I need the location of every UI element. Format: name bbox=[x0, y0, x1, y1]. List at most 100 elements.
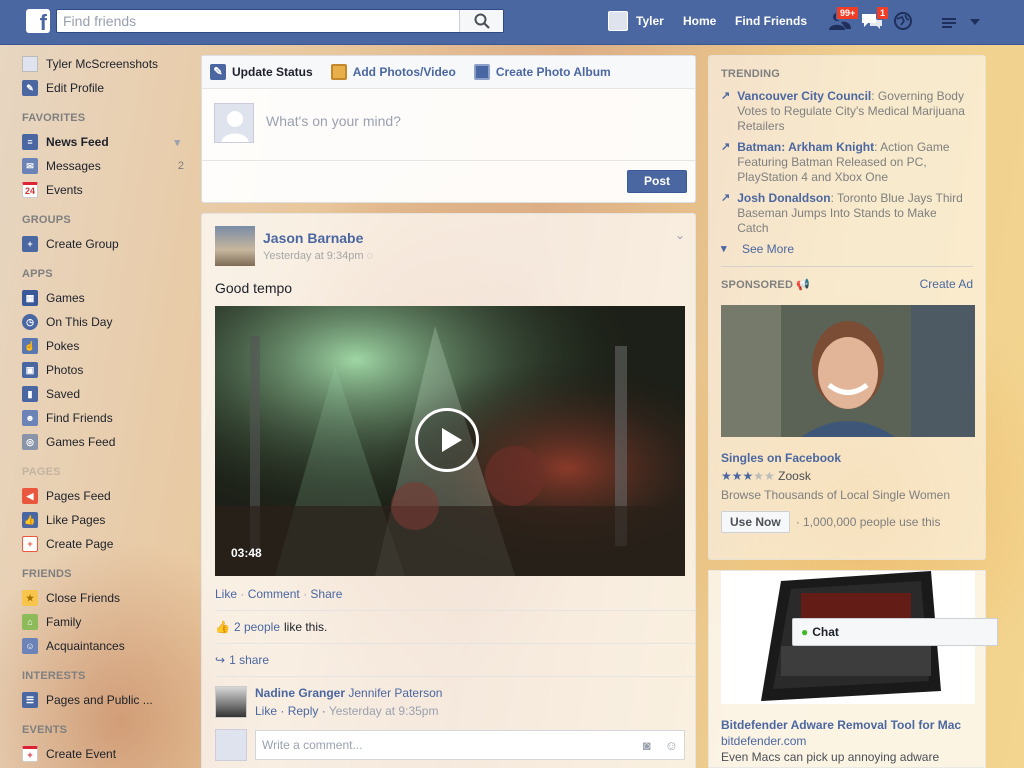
tab-update-status[interactable]: ✎ Update Status bbox=[210, 56, 313, 89]
ad-image[interactable] bbox=[721, 305, 975, 437]
trending-item[interactable]: ↗ Josh Donaldson: Toronto Blue Jays Thir… bbox=[721, 191, 971, 236]
sidebar-item-saved[interactable]: ▮ Saved bbox=[22, 382, 192, 406]
emoji-icon[interactable]: ☺ bbox=[665, 738, 678, 753]
chat-status-icon: ● bbox=[801, 625, 809, 639]
trending-item[interactable]: ↗ Vancouver City Council: Governing Body… bbox=[721, 89, 971, 134]
status-input[interactable]: What's on your mind? bbox=[266, 113, 401, 146]
sidebar-item-games[interactable]: ▦ Games bbox=[22, 286, 192, 310]
story-timestamp[interactable]: Yesterday at 9:34pm ◌ bbox=[263, 250, 373, 262]
comment-like-link[interactable]: Like bbox=[255, 704, 277, 718]
comment-placeholder: Write a comment... bbox=[262, 738, 363, 752]
search-input[interactable] bbox=[57, 10, 457, 32]
trending-arrow-icon: ↗ bbox=[721, 90, 731, 102]
see-more-link[interactable]: ▾ See More bbox=[721, 242, 971, 257]
privacy-shortcuts[interactable] bbox=[940, 10, 964, 32]
comment-reply-link[interactable]: Reply bbox=[288, 704, 319, 718]
chevron-down-icon: ▾ bbox=[721, 243, 727, 255]
chevron-down-icon[interactable]: ▾ bbox=[174, 136, 180, 149]
nav-find-friends-link[interactable]: Find Friends bbox=[735, 14, 807, 28]
ad-advertiser: Zoosk bbox=[778, 469, 811, 483]
comment-time[interactable]: Yesterday at 9:35pm bbox=[329, 704, 439, 718]
timestamp-text: Yesterday at 9:34pm bbox=[263, 250, 364, 262]
calendar-plus-icon: + bbox=[22, 746, 38, 762]
comment-author[interactable]: Nadine Granger bbox=[255, 686, 345, 700]
chat-tab[interactable]: ● Chat bbox=[792, 618, 998, 646]
comment-text[interactable]: Jennifer Paterson bbox=[348, 686, 442, 700]
sidebar-item-label: Games Feed bbox=[46, 435, 116, 449]
friend-requests-jewel[interactable]: 99+ bbox=[828, 6, 860, 32]
comment: Nadine Granger Jennifer Paterson Like · … bbox=[215, 686, 442, 718]
comment-input[interactable]: Write a comment... ◙ ☺ bbox=[255, 730, 685, 760]
ad-title[interactable]: Bitdefender Adware Removal Tool for Mac bbox=[721, 718, 961, 732]
sidebar-item-games-feed[interactable]: ◎ Games Feed bbox=[22, 430, 192, 454]
sidebar-item-family[interactable]: ⌂ Family bbox=[22, 610, 192, 634]
sidebar-item-create-page[interactable]: + Create Page bbox=[22, 532, 192, 556]
ad-title[interactable]: Singles on Facebook bbox=[721, 451, 841, 465]
nav-home-link[interactable]: Home bbox=[683, 14, 716, 28]
post-button[interactable]: Post bbox=[627, 170, 687, 193]
photo-icon bbox=[330, 64, 347, 80]
globe-icon bbox=[894, 12, 912, 30]
sidebar-item-label: Messages bbox=[46, 159, 101, 173]
sidebar-item-pokes[interactable]: ☝ Pokes bbox=[22, 334, 192, 358]
account-menu[interactable] bbox=[968, 10, 992, 32]
trending-item[interactable]: ↗ Batman: Arkham Knight: Action Game Fea… bbox=[721, 140, 971, 185]
sidebar-item-photos[interactable]: ▣ Photos bbox=[22, 358, 192, 382]
games-icon: ▦ bbox=[22, 290, 38, 306]
sidebar-item-like-pages[interactable]: 👍 Like Pages bbox=[22, 508, 192, 532]
avatar[interactable] bbox=[215, 226, 255, 266]
sidebar-item-pages-and-public[interactable]: ☰ Pages and Public ... bbox=[22, 688, 192, 712]
shares-summary[interactable]: ↪ 1 share bbox=[215, 653, 269, 667]
avatar[interactable] bbox=[215, 686, 247, 718]
section-heading-interests: INTERESTS bbox=[22, 670, 86, 682]
sidebar-item-find-friends[interactable]: ☻ Find Friends bbox=[22, 406, 192, 430]
like-link[interactable]: Like bbox=[215, 587, 237, 601]
sidebar-item-label: Pages Feed bbox=[46, 489, 111, 503]
messages-jewel[interactable]: 1 bbox=[860, 6, 890, 32]
likes-link[interactable]: 2 people bbox=[234, 620, 280, 634]
nav-profile-link[interactable]: Tyler bbox=[608, 11, 664, 31]
camera-icon[interactable]: ◙ bbox=[643, 738, 651, 753]
section-heading-apps: APPS bbox=[22, 268, 53, 280]
left-sidebar: Tyler McScreenshots ✎ Edit Profile FAVOR… bbox=[22, 52, 192, 766]
nav-user-name: Tyler bbox=[636, 14, 664, 28]
sidebar-item-messages[interactable]: ✉ Messages 2 bbox=[22, 154, 192, 178]
megaphone-icon: ◀ bbox=[22, 488, 38, 504]
tab-create-album[interactable]: Create Photo Album bbox=[473, 56, 611, 89]
play-icon[interactable] bbox=[415, 408, 479, 472]
avatar bbox=[22, 56, 38, 72]
sidebar-item-create-event[interactable]: + Create Event bbox=[22, 742, 192, 766]
star-icon: ★★ bbox=[721, 469, 743, 483]
notifications-jewel[interactable] bbox=[892, 10, 916, 32]
sidebar-item-pages-feed[interactable]: ◀ Pages Feed bbox=[22, 484, 192, 508]
video-player[interactable]: 03:48 bbox=[215, 306, 685, 576]
comment-link[interactable]: Comment bbox=[248, 587, 300, 601]
create-ad-link[interactable]: Create Ad bbox=[920, 277, 973, 291]
section-heading-groups: GROUPS bbox=[22, 214, 71, 226]
globe-icon: ◌ bbox=[366, 250, 374, 262]
sidebar-item-on-this-day[interactable]: ◷ On This Day bbox=[22, 310, 192, 334]
tab-add-photos[interactable]: Add Photos/Video bbox=[330, 56, 456, 89]
ad-cta-row: Use Now · 1,000,000 people use this bbox=[721, 511, 940, 533]
see-more-label: See More bbox=[742, 242, 795, 256]
sidebar-item-label: Create Page bbox=[46, 537, 114, 551]
chevron-down-icon[interactable]: ⌄ bbox=[675, 228, 685, 242]
sidebar-item-close-friends[interactable]: ★ Close Friends bbox=[22, 586, 192, 610]
sidebar-item-label: Like Pages bbox=[46, 513, 106, 527]
search-button[interactable] bbox=[459, 10, 503, 32]
separator: · bbox=[303, 587, 308, 601]
sidebar-item-create-group[interactable]: + Create Group bbox=[22, 232, 192, 256]
clock-icon: ◷ bbox=[22, 314, 38, 330]
sidebar-item-profile[interactable]: Tyler McScreenshots bbox=[22, 52, 192, 76]
sidebar-item-acquaintances[interactable]: ☺ Acquaintances bbox=[22, 634, 192, 658]
share-link[interactable]: Share bbox=[310, 587, 342, 601]
ad-domain[interactable]: bitdefender.com bbox=[721, 734, 806, 748]
story-author[interactable]: Jason Barnabe bbox=[263, 230, 373, 246]
sidebar-item-news-feed[interactable]: ≡ News Feed ▾ bbox=[22, 130, 192, 154]
sidebar-item-edit-profile[interactable]: ✎ Edit Profile bbox=[22, 76, 192, 100]
facebook-logo[interactable]: f bbox=[26, 9, 50, 33]
section-heading-events: EVENTS bbox=[22, 724, 68, 736]
use-now-button[interactable]: Use Now bbox=[721, 511, 790, 533]
calendar-icon: 24 bbox=[22, 182, 38, 198]
sidebar-item-events[interactable]: 24 Events bbox=[22, 178, 192, 202]
